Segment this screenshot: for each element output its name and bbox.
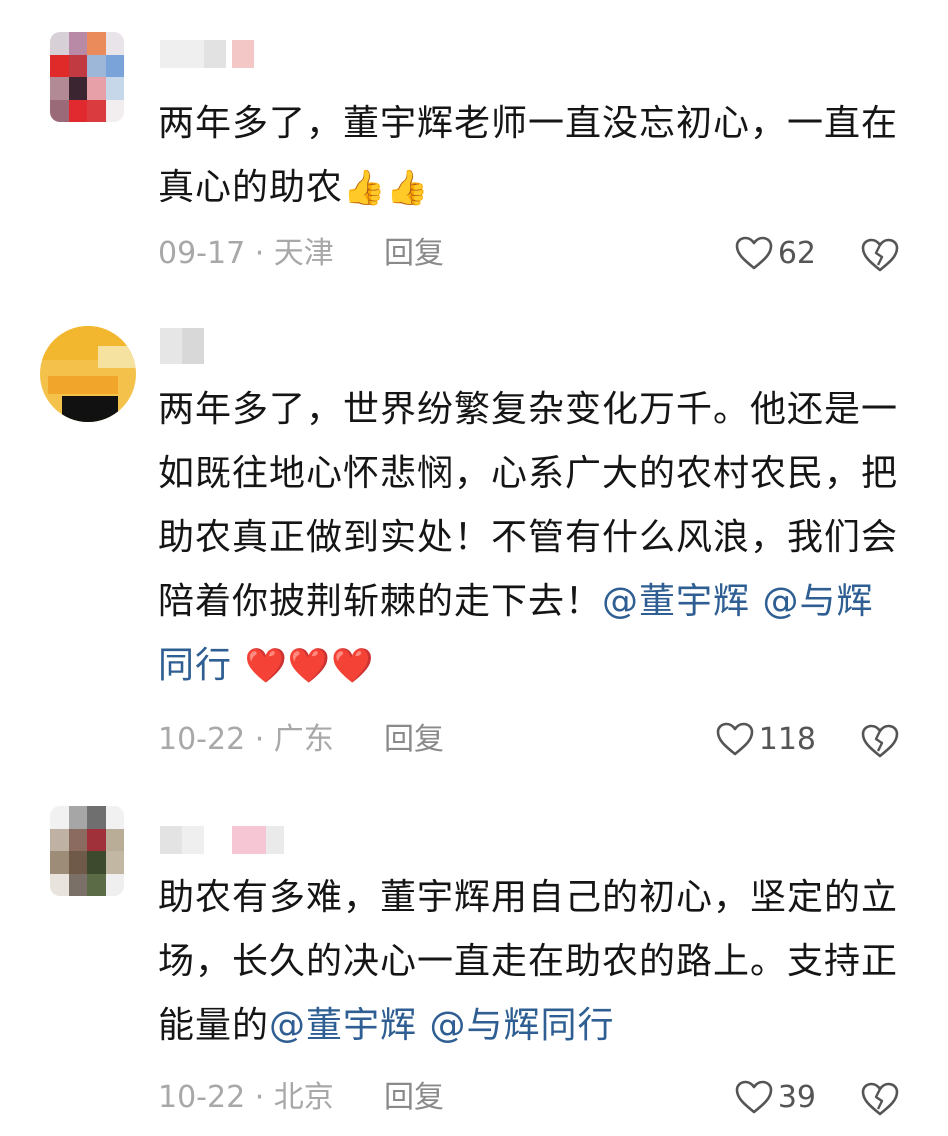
broken-heart-icon	[861, 724, 899, 758]
username-blurred[interactable]	[160, 328, 270, 364]
dislike-button[interactable]	[860, 720, 900, 760]
avatar[interactable]	[40, 326, 136, 422]
like-count: 39	[777, 1080, 816, 1115]
comment-list-page: { "comments": [ { "text_parts": [ {"type…	[0, 0, 948, 1136]
mention-link[interactable]: @与辉同行	[429, 1005, 614, 1046]
username-blurred[interactable]	[160, 40, 270, 70]
broken-heart-icon	[861, 1082, 899, 1116]
mention-link[interactable]: @董宇辉	[269, 1005, 417, 1046]
like-count: 62	[777, 236, 816, 271]
comment-text-segment	[750, 581, 762, 622]
comment-meta: 10-22 · 北京 回复 39	[158, 1078, 918, 1118]
like-button[interactable]: 62	[706, 234, 816, 274]
comment-text-segment	[232, 645, 244, 686]
username-blurred[interactable]	[160, 826, 284, 856]
comment-date-location: 09-17 · 天津	[158, 236, 334, 271]
comment-meta: 09-17 · 天津 回复 62	[158, 234, 918, 274]
reply-button[interactable]: 回复	[384, 720, 444, 760]
heart-outline-icon	[735, 1080, 773, 1114]
comment-text: 两年多了，董宇辉老师一直没忘初心，一直在真心的助农👍👍	[158, 92, 918, 220]
broken-heart-icon	[861, 238, 899, 272]
comment-meta: 10-22 · 广东 回复 118	[158, 720, 918, 760]
emoji-text: ❤️❤️❤️	[244, 646, 375, 686]
avatar[interactable]	[50, 32, 124, 122]
comment-date-location: 10-22 · 北京	[158, 1080, 334, 1115]
emoji-text: 👍👍	[343, 168, 430, 208]
reply-button[interactable]: 回复	[384, 234, 444, 274]
comment-text-segment	[417, 1005, 429, 1046]
comment-date-location: 10-22 · 广东	[158, 722, 334, 757]
dislike-button[interactable]	[860, 1078, 900, 1118]
avatar[interactable]	[50, 806, 124, 896]
comment-text: 两年多了，世界纷繁复杂变化万千。他还是一如既往地心怀悲悯，心系广大的农村农民，把…	[158, 378, 908, 698]
mention-link[interactable]: @董宇辉	[602, 581, 750, 622]
heart-outline-icon	[716, 722, 754, 756]
like-button[interactable]: 39	[706, 1078, 816, 1118]
like-count: 118	[758, 722, 816, 757]
heart-outline-icon	[735, 236, 773, 270]
comment-text-segment: 两年多了，董宇辉老师一直没忘初心，一直在真心的助农	[158, 103, 899, 208]
like-button[interactable]: 118	[706, 720, 816, 760]
reply-button[interactable]: 回复	[384, 1078, 444, 1118]
dislike-button[interactable]	[860, 234, 900, 274]
comment-text: 助农有多难，董宇辉用自己的初心，坚定的立场，长久的决心一直走在助农的路上。支持正…	[158, 866, 918, 1058]
